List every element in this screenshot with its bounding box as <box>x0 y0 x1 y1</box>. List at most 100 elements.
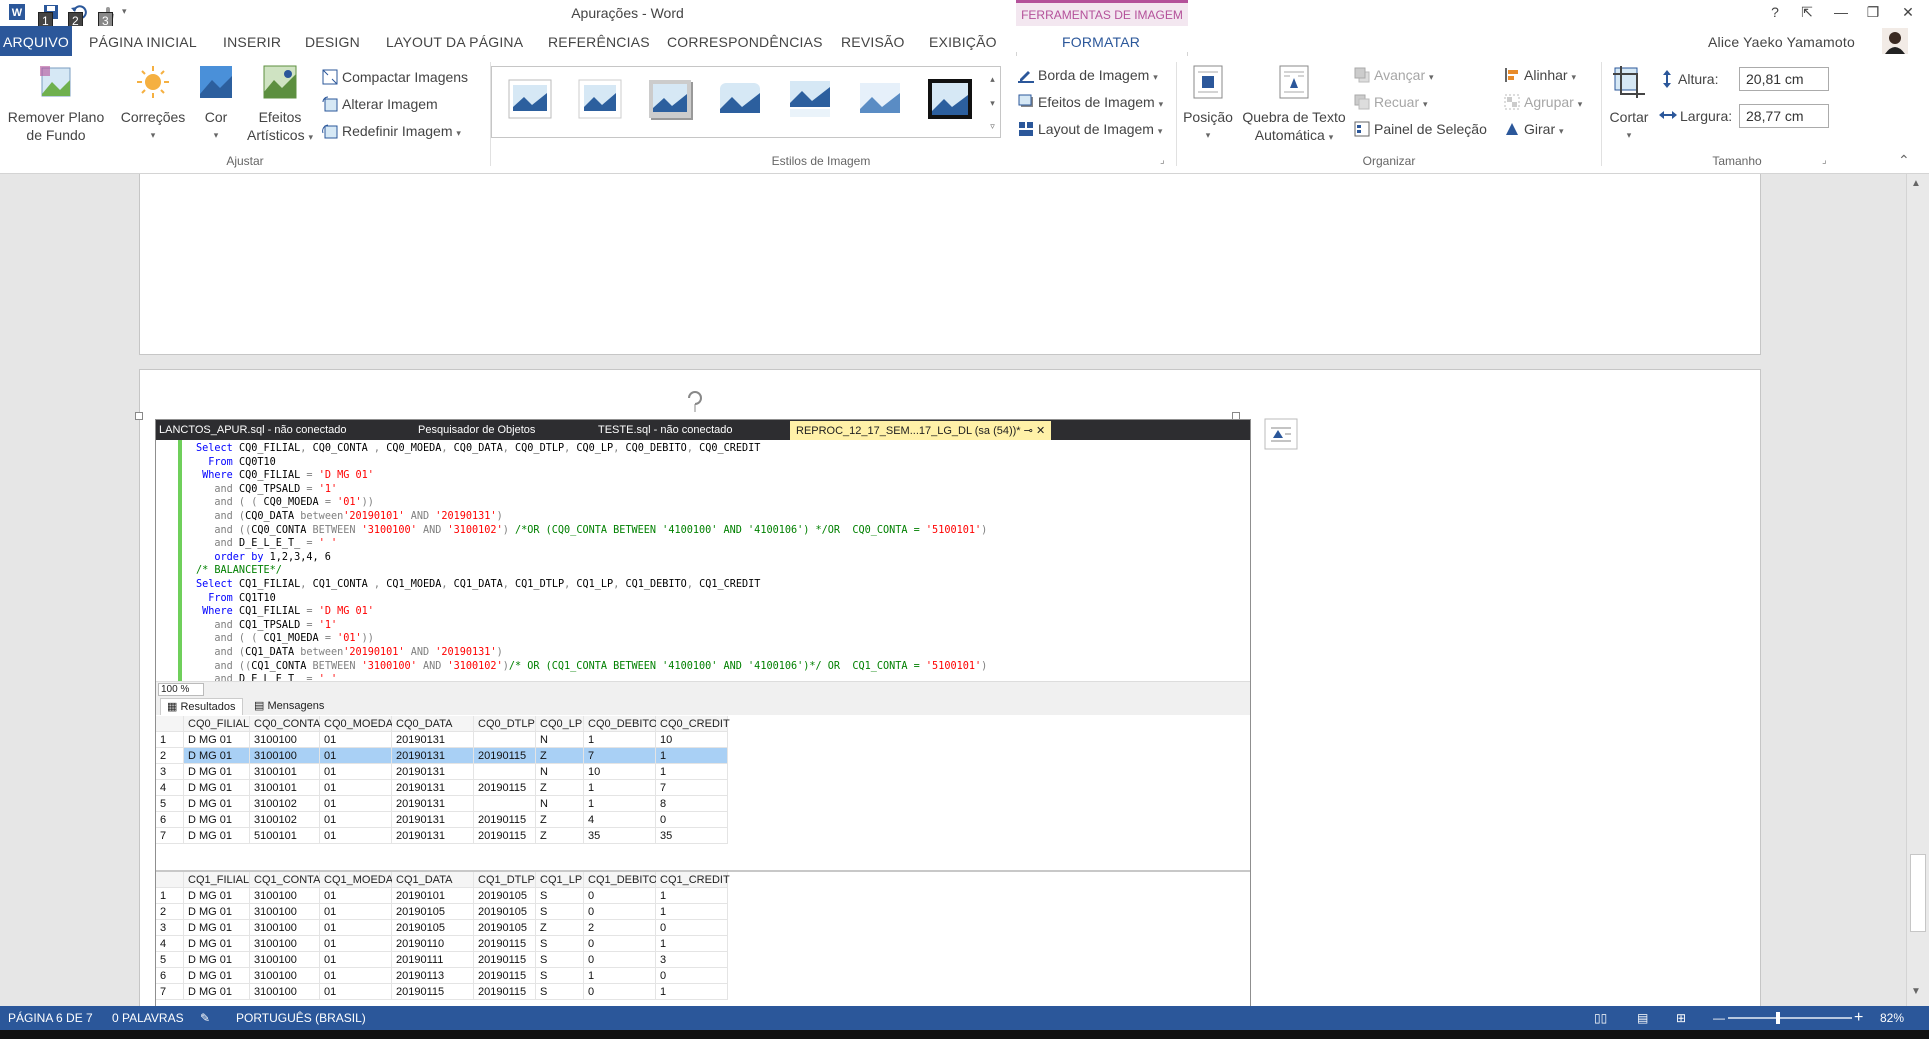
grid-cell: 5 <box>156 796 184 812</box>
scroll-down-icon[interactable]: ▼ <box>1911 986 1921 997</box>
gallery-more-icon[interactable]: ▿ <box>985 115 1000 137</box>
scroll-thumb[interactable] <box>1910 854 1926 932</box>
grid-cell: 1 <box>656 936 728 952</box>
picture-layout-button[interactable]: Layout de Imagem ▾ <box>1018 118 1162 140</box>
resize-handle[interactable] <box>135 412 143 420</box>
tab-pagina-inicial[interactable]: PÁGINA INICIAL <box>89 34 197 50</box>
help-button[interactable]: ? <box>1760 2 1790 22</box>
tab-inserir[interactable]: INSERIR <box>223 34 281 50</box>
tab-formatar[interactable]: FORMATAR <box>1062 34 1140 50</box>
code-token: and <box>196 619 239 631</box>
position-button[interactable]: Posição ▾ <box>1178 64 1238 144</box>
print-layout-icon[interactable]: ▤ <box>1637 1011 1648 1025</box>
code-token: CQ0_DATA <box>245 511 301 522</box>
group-button[interactable]: Agrupar ▾ <box>1504 91 1582 113</box>
color-button[interactable]: Cor ▾ <box>193 64 239 144</box>
minimize-button[interactable]: — <box>1826 2 1856 22</box>
tab-arquivo[interactable]: ARQUIVO <box>0 26 72 56</box>
results-tab: ▦ Resultados <box>160 698 243 715</box>
user-name[interactable]: Alice Yaeko Yamamoto <box>1708 34 1855 50</box>
remove-background-button[interactable]: Remover Plano de Fundo <box>5 64 107 144</box>
tab-design[interactable]: DESIGN <box>305 34 360 50</box>
tab-exibicao[interactable]: EXIBIÇÃO <box>929 34 997 50</box>
code-token: AND <box>416 524 448 536</box>
grid-header-cell: CQ0_CONTA <box>250 716 320 732</box>
style-thumb-soft-edge[interactable] <box>856 77 904 121</box>
collapse-ribbon-icon[interactable]: ⌃ <box>1898 152 1910 169</box>
selection-pane-button[interactable]: Painel de Seleção <box>1354 118 1487 140</box>
dialog-launcher-icon[interactable]: ⌟ <box>1160 155 1165 166</box>
zoom-slider-track[interactable] <box>1728 1017 1852 1019</box>
tab-referencias[interactable]: REFERÊNCIAS <box>548 34 650 50</box>
code-token: , <box>686 579 700 590</box>
tab-revisao[interactable]: REVISÃO <box>841 34 905 50</box>
page-previous[interactable] <box>139 174 1761 355</box>
code-token: ) <box>981 660 988 672</box>
code-token: = <box>306 483 319 495</box>
code-token: CQ0_CREDIT <box>699 443 761 454</box>
grid-header-cell: CQ1_DATA <box>392 872 474 888</box>
style-thumb-white-frame[interactable] <box>576 77 624 121</box>
rotate-handle-icon[interactable] <box>685 388 705 412</box>
language[interactable]: PORTUGUÊS (BRASIL) <box>236 1011 366 1025</box>
tab-correspondencias[interactable]: CORRESPONDÊNCIAS <box>667 34 823 50</box>
embedded-picture-ssms[interactable]: LANCTOS_APUR.sql - não conectado Pesquis… <box>155 419 1251 1006</box>
page-count[interactable]: PÁGINA 6 DE 7 <box>8 1011 93 1025</box>
grid-cell: D MG 01 <box>184 764 250 780</box>
picture-effects-button[interactable]: Efeitos de Imagem ▾ <box>1018 91 1163 113</box>
grid-cell: 0 <box>584 952 656 968</box>
grid-cell: 0 <box>584 904 656 920</box>
zoom-in-icon[interactable]: + <box>1854 1009 1863 1027</box>
grid-header-cell <box>156 872 184 888</box>
grid-cell: 3100100 <box>250 904 320 920</box>
tab-layout-da-pagina[interactable]: LAYOUT DA PÁGINA <box>386 34 523 50</box>
chevron-down-icon[interactable]: ▾ <box>985 91 1000 115</box>
style-thumb-thick-black[interactable] <box>926 77 974 121</box>
zoom-slider-thumb[interactable] <box>1775 1012 1780 1024</box>
align-button[interactable]: Alinhar ▾ <box>1504 64 1576 86</box>
grid-cell: 20190115 <box>474 936 536 952</box>
crop-button[interactable]: Cortar ▾ <box>1604 64 1654 144</box>
reset-picture-button[interactable]: Redefinir Imagem ▾ <box>322 120 461 142</box>
ribbon-display-options-icon[interactable]: ⇱ <box>1792 2 1822 22</box>
proofing-icon[interactable]: ✎ <box>200 1011 210 1025</box>
bring-forward-button[interactable]: Avançar ▾ <box>1354 64 1434 86</box>
close-button[interactable]: ✕ <box>1893 2 1923 22</box>
change-picture-button[interactable]: Alterar Imagem <box>322 93 438 115</box>
results-grid-cq1: CQ1_FILIAL CQ1_CONTA CQ1_MOEDA CQ1_DATA CQ1_… <box>156 870 1250 1006</box>
scroll-up-icon[interactable]: ▲ <box>1911 178 1921 189</box>
code-line: and ( ( CQ1_MOEDA = '01')) <box>196 632 374 646</box>
wrap-text-button[interactable]: Quebra de Texto Automática ▾ <box>1236 64 1352 146</box>
grid-cell: 3100100 <box>250 920 320 936</box>
picture-styles-gallery[interactable] <box>491 66 996 138</box>
corrections-button[interactable]: Correções ▾ <box>117 64 189 144</box>
vertical-scrollbar[interactable]: ▲ ▼ <box>1906 174 1929 1006</box>
web-layout-icon[interactable]: ⊞ <box>1676 1011 1686 1025</box>
chevron-up-icon[interactable]: ▴ <box>985 67 1000 91</box>
height-field[interactable]: 20,81 cm <box>1739 67 1829 91</box>
compress-pictures-button[interactable]: Compactar Imagens <box>322 66 468 88</box>
grid-cell: 01 <box>320 796 392 812</box>
style-thumb-reflected[interactable] <box>786 77 834 121</box>
dialog-launcher-icon[interactable]: ⌟ <box>1822 155 1827 166</box>
picture-border-button[interactable]: Borda de Imagem ▾ <box>1018 64 1158 86</box>
artistic-effects-button[interactable]: Efeitos Artísticos ▾ <box>243 64 317 146</box>
style-thumb-shadow[interactable] <box>646 77 694 121</box>
word-count[interactable]: 0 PALAVRAS <box>112 1011 184 1025</box>
width-field[interactable]: 28,77 cm <box>1739 104 1829 128</box>
restore-button[interactable]: ❐ <box>1858 2 1888 22</box>
gallery-scroll[interactable]: ▴ ▾ ▿ <box>985 66 1001 138</box>
zoom-out-icon[interactable]: — <box>1713 1011 1725 1025</box>
zoom-level[interactable]: 82% <box>1880 1011 1904 1025</box>
code-token: CQ1_MOEDA <box>386 579 442 590</box>
grid-cell: D MG 01 <box>184 780 250 796</box>
read-mode-icon[interactable]: ▯▯ <box>1594 1011 1607 1025</box>
code-token: , <box>300 443 313 454</box>
send-backward-button[interactable]: Recuar ▾ <box>1354 91 1428 113</box>
layout-options-icon[interactable] <box>1264 418 1298 450</box>
avatar[interactable] <box>1882 28 1908 54</box>
style-thumb-simple-frame[interactable] <box>506 77 554 121</box>
style-thumb-rounded[interactable] <box>716 77 764 121</box>
code-token: From <box>196 456 239 468</box>
rotate-button[interactable]: Girar ▾ <box>1504 118 1564 140</box>
